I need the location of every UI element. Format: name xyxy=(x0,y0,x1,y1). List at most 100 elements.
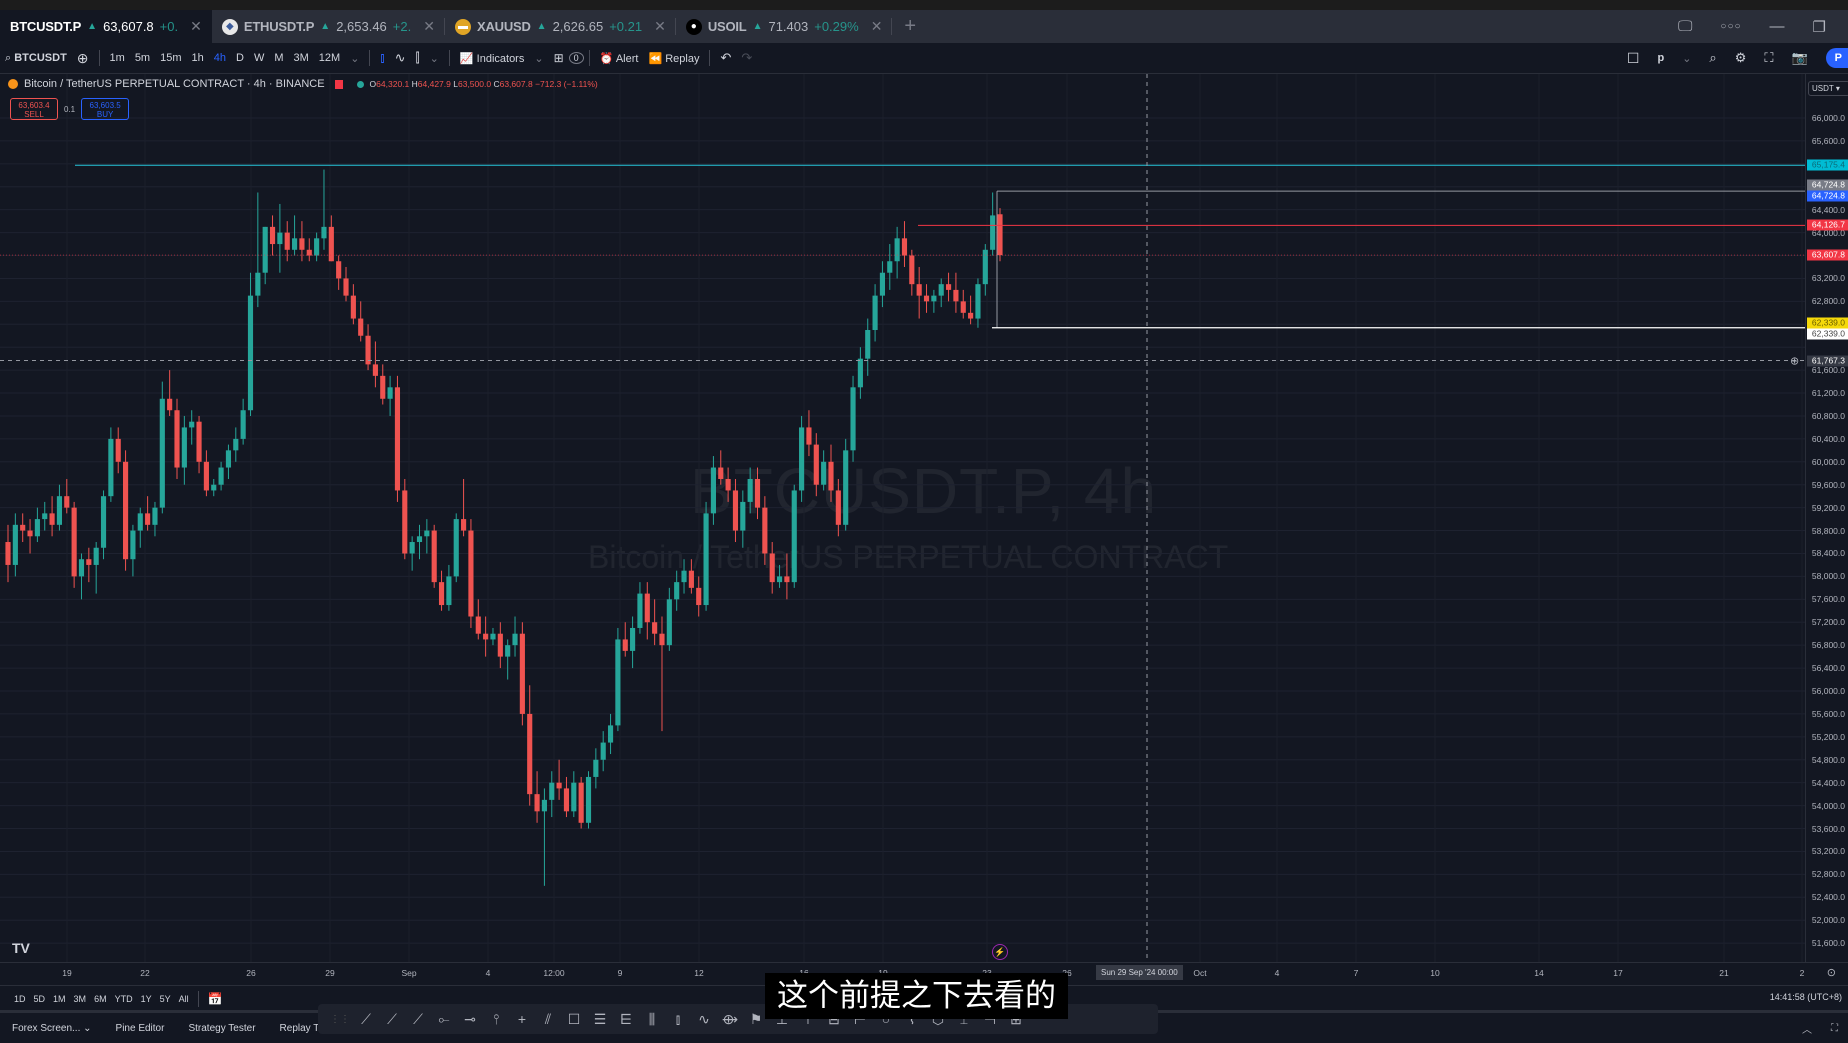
tradingview-logo[interactable]: TV xyxy=(12,940,30,956)
templates-icon[interactable]: ⊞ xyxy=(549,51,569,65)
interval-1h[interactable]: 1h xyxy=(187,52,209,64)
chevron-down-icon[interactable]: ⌄ xyxy=(425,52,444,65)
close-tab-icon[interactable]: ✕ xyxy=(871,18,883,35)
cross-line-icon[interactable]: + xyxy=(512,1011,532,1027)
camera-icon[interactable]: 📷 xyxy=(1791,50,1807,66)
chart-pane[interactable]: BTCUSDT.P, 4h Bitcoin / TetherUS PERPETU… xyxy=(0,74,1805,962)
chevron-down-icon[interactable]: ⌄ xyxy=(345,52,364,65)
price-tag[interactable]: 64,724.8 xyxy=(1807,190,1848,202)
gann-icon[interactable]: ⫾ xyxy=(668,1011,688,1028)
lightning-icon[interactable]: ⚡ xyxy=(992,944,1008,960)
layout-square-icon[interactable]: ☐ xyxy=(1627,50,1640,67)
interval-15m[interactable]: 15m xyxy=(155,52,186,64)
chevron-down-icon[interactable]: ⌄ xyxy=(529,52,548,65)
interval-3m[interactable]: 3M xyxy=(289,52,314,64)
close-tab-icon[interactable]: ✕ xyxy=(190,18,202,35)
interval-d[interactable]: D xyxy=(231,52,249,64)
extended-line-icon[interactable]: ⟋ xyxy=(408,1011,428,1028)
range-1d[interactable]: 1D xyxy=(10,994,30,1004)
collapse-up-icon[interactable]: ︿ xyxy=(1802,1021,1812,1036)
range-6m[interactable]: 6M xyxy=(90,994,111,1004)
indicators-button[interactable]: 📈 Indicators xyxy=(455,52,529,65)
chevron-down-icon[interactable]: ⌄ xyxy=(1682,52,1691,65)
legend-title[interactable]: Bitcoin / TetherUS PERPETUAL CONTRACT · … xyxy=(24,78,325,90)
horizontal-line-icon[interactable]: ⊸ xyxy=(460,1011,480,1028)
range-3m[interactable]: 3M xyxy=(70,994,91,1004)
rectangle-icon[interactable]: ☐ xyxy=(564,1011,584,1028)
layout-name[interactable]: p xyxy=(1657,52,1664,64)
fullscreen-icon[interactable]: ⛶ xyxy=(1764,50,1773,66)
currency-select[interactable]: USDT ▾ xyxy=(1808,81,1848,96)
price-tag[interactable]: 65,175.4 xyxy=(1807,159,1848,171)
horizontal-ray-icon[interactable]: ⟜ xyxy=(434,1011,454,1028)
settings-gear-icon[interactable]: ⚙ xyxy=(1735,50,1747,66)
pitchfork-icon[interactable]: ⫼ xyxy=(642,1011,662,1028)
interval-1m[interactable]: 1m xyxy=(105,52,130,64)
parallel-channel-icon[interactable]: ⫽ xyxy=(538,1011,558,1028)
fib-retracement-icon[interactable]: ☰ xyxy=(590,1011,610,1028)
candles-icon[interactable]: ⫾ xyxy=(375,50,389,66)
price-tag[interactable]: 64,126.7 xyxy=(1807,219,1848,231)
interval-m[interactable]: M xyxy=(269,52,288,64)
price-tag[interactable]: 63,607.8 xyxy=(1807,249,1848,261)
range-1y[interactable]: 1Y xyxy=(137,994,156,1004)
line-chart-icon[interactable]: ∿ xyxy=(390,50,411,66)
interval-12m[interactable]: 12M xyxy=(314,52,345,64)
alert-button[interactable]: ⏰ Alert xyxy=(595,52,644,65)
restore-icon[interactable]: ❐ xyxy=(1813,18,1826,36)
interval-4h[interactable]: 4h xyxy=(209,52,231,64)
symbol-search[interactable]: ⌕ BTCUSDT xyxy=(0,52,72,65)
compare-symbol-icon[interactable]: ⊕ xyxy=(72,50,94,67)
flag-marker-icon[interactable]: ⚑ xyxy=(746,1011,766,1028)
ray-icon[interactable]: ⟋ xyxy=(382,1011,402,1028)
range-1m[interactable]: 1M xyxy=(49,994,70,1004)
price-tag[interactable]: 62,339.0 xyxy=(1807,328,1848,340)
undo-icon[interactable]: ↶ xyxy=(715,50,736,66)
buy-button[interactable]: 63,603.5 BUY xyxy=(81,98,130,120)
templates-count[interactable]: 0 xyxy=(568,52,584,64)
bar-chart-icon[interactable]: ⫿ xyxy=(411,50,425,66)
range-ytd[interactable]: YTD xyxy=(111,994,137,1004)
publish-button[interactable]: P xyxy=(1825,48,1848,68)
drag-handle-icon[interactable]: ⋮⋮ xyxy=(330,1014,350,1025)
tab-xauusd[interactable]: ▬ XAUUSD ▲ 2,626.65 +0.21 ✕ xyxy=(445,10,676,43)
candle-down xyxy=(527,713,533,795)
price-tag[interactable]: 61,767.3 xyxy=(1807,355,1848,367)
add-tab-icon[interactable]: + xyxy=(892,15,928,38)
panel-forex-screener[interactable]: Forex Screen... ⌄ xyxy=(0,1023,104,1034)
fib-fan-icon[interactable]: ⋿ xyxy=(616,1011,636,1028)
tab-usoil[interactable]: ● USOIL ▲ 71.403 +0.29% ✕ xyxy=(676,10,893,43)
maximize-panel-icon[interactable]: ⛶ xyxy=(1831,1023,1838,1034)
redo-icon[interactable]: ↷ xyxy=(736,50,757,66)
pattern-icon[interactable]: ⟴ xyxy=(720,1011,740,1028)
price-tag[interactable]: 62,339.0 xyxy=(1807,317,1848,329)
interval-w[interactable]: W xyxy=(249,52,269,64)
close-tab-icon[interactable]: ✕ xyxy=(654,18,666,35)
replay-button[interactable]: ⏪ Replay xyxy=(643,52,704,65)
close-tab-icon[interactable]: ✕ xyxy=(423,18,435,35)
clock[interactable]: 14:41:58 (UTC+8) xyxy=(1770,992,1842,1002)
candlestick-chart[interactable]: ⊕ xyxy=(0,74,1805,962)
interval-5m[interactable]: 5m xyxy=(130,52,155,64)
vertical-line-icon[interactable]: ⫯ xyxy=(486,1011,506,1028)
settings-icon[interactable]: ⊙ xyxy=(1827,966,1836,979)
path-icon[interactable]: ∿ xyxy=(694,1011,714,1028)
flag-icon[interactable] xyxy=(334,79,343,89)
quick-search-icon[interactable]: ⌕ xyxy=(1709,50,1716,66)
panel-pine-editor[interactable]: Pine Editor xyxy=(104,1023,177,1034)
price-tag[interactable]: 64,724.8 xyxy=(1807,179,1848,191)
range-5d[interactable]: 5D xyxy=(30,994,50,1004)
range-all[interactable]: All xyxy=(175,994,193,1004)
monitor-icon[interactable]: 🖵 xyxy=(1678,18,1692,35)
minimize-icon[interactable]: — xyxy=(1770,18,1785,35)
sell-button[interactable]: 63,603.4 SELL xyxy=(10,98,58,120)
more-icon[interactable]: ○○○ xyxy=(1720,21,1741,32)
goto-date-icon[interactable]: 📅 xyxy=(204,992,227,1006)
price-axis[interactable]: USDT ▾ 66,000.0 65,600.0 64,400.0 64,000.0 6… xyxy=(1805,74,1848,962)
panel-strategy-tester[interactable]: Strategy Tester xyxy=(176,1023,267,1034)
tab-ethusdt[interactable]: ◆ ETHUSDT.P ▲ 2,653.46 +2. ✕ xyxy=(212,10,445,43)
range-5y[interactable]: 5Y xyxy=(156,994,175,1004)
tab-btcusdt[interactable]: BTCUSDT.P ▲ 63,607.8 +0. ✕ xyxy=(0,10,212,43)
trend-line-icon[interactable]: ⟋ xyxy=(356,1011,376,1028)
add-alert-icon[interactable]: ⊕ xyxy=(1790,356,1799,368)
